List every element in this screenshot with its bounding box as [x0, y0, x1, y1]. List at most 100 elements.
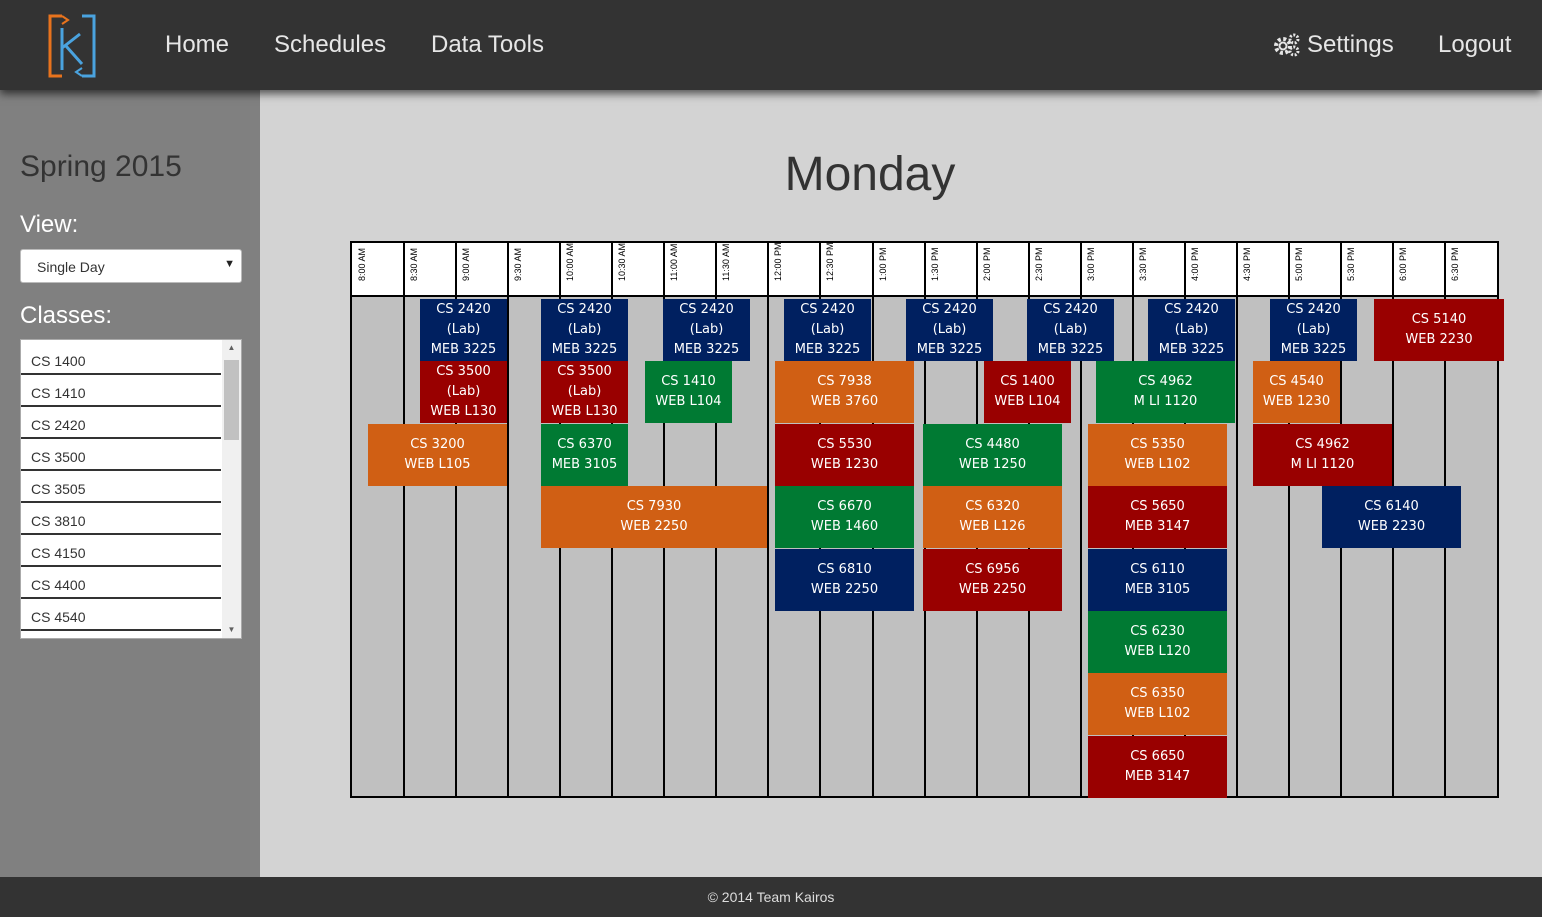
class-block[interactable]: CS 7930 WEB 2250: [541, 486, 767, 548]
class-block[interactable]: CS 4480 WEB 1250: [923, 424, 1062, 486]
class-list-item[interactable]: CS 2420: [21, 407, 221, 439]
class-block[interactable]: CS 3200 WEB L105: [368, 424, 507, 486]
nav-schedules[interactable]: Schedules: [274, 30, 386, 60]
class-block-line: WEB L126: [959, 519, 1026, 534]
class-block-line: MEB 3225: [1158, 342, 1225, 357]
listbox-scrollbar[interactable]: ▲ ▼: [222, 340, 241, 638]
class-block[interactable]: CS 3500 (Lab) WEB L130: [420, 361, 507, 423]
class-block-line: WEB 2250: [620, 519, 688, 534]
time-label: 9:30 AM: [512, 247, 526, 293]
chevron-down-icon: ▼: [224, 258, 235, 270]
class-block-line: CS 6230: [1130, 624, 1185, 639]
time-label: 8:00 AM: [356, 247, 370, 293]
class-block-line: MEB 3225: [673, 342, 740, 357]
class-block-line: WEB 2230: [1405, 332, 1473, 347]
class-block[interactable]: CS 6350 WEB L102: [1088, 673, 1227, 735]
class-block[interactable]: CS 6140 WEB 2230: [1322, 486, 1461, 548]
scroll-down-icon[interactable]: ▼: [222, 622, 241, 638]
kairos-logo[interactable]: [48, 14, 96, 78]
class-block[interactable]: CS 6320 WEB L126: [923, 486, 1062, 548]
class-block[interactable]: CS 1410 WEB L104: [645, 361, 732, 423]
class-list-item[interactable]: CS 1400: [21, 343, 221, 375]
class-block[interactable]: CS 5530 WEB 1230: [775, 424, 914, 486]
time-label: 3:30 PM: [1137, 247, 1151, 293]
class-block-line: MEB 3225: [916, 342, 983, 357]
class-block-line: (Lab): [689, 322, 724, 337]
class-block[interactable]: CS 5350 WEB L102: [1088, 424, 1227, 486]
class-block-line: WEB L120: [1124, 644, 1191, 659]
class-block-line: CS 3500: [436, 364, 491, 379]
class-block-line: (Lab): [446, 322, 481, 337]
time-label-text: 6:00 PM: [1398, 247, 1408, 281]
class-block[interactable]: CS 4962 M LI 1120: [1253, 424, 1392, 486]
class-block[interactable]: CS 4540 WEB 1230: [1253, 361, 1340, 423]
class-block[interactable]: CS 2420 (Lab) MEB 3225: [1270, 299, 1357, 361]
time-label: 2:00 PM: [981, 247, 995, 293]
time-label-text: 5:00 PM: [1294, 247, 1304, 281]
class-list-item[interactable]: CS 3505: [21, 471, 221, 503]
class-block-line: CS 4480: [965, 437, 1020, 452]
class-block[interactable]: CS 2420 (Lab) MEB 3225: [784, 299, 871, 361]
class-block-line: CS 5350: [1130, 437, 1185, 452]
classes-listbox[interactable]: CS 1400 CS 1410 CS 2420 CS 3500 CS 3505 CS 38…: [20, 339, 242, 639]
class-block-line: (Lab): [1174, 322, 1209, 337]
class-block[interactable]: CS 2420 (Lab) MEB 3225: [663, 299, 750, 361]
class-block[interactable]: CS 7938 WEB 3760: [775, 361, 914, 423]
class-block[interactable]: CS 2420 (Lab) MEB 3225: [1027, 299, 1114, 361]
class-block[interactable]: CS 6230 WEB L120: [1088, 611, 1227, 673]
class-list-item[interactable]: CS 4150: [21, 535, 221, 567]
nav-settings[interactable]: Settings: [1273, 30, 1394, 60]
gears-icon: [1274, 33, 1300, 57]
class-list-item[interactable]: CS 3500: [21, 439, 221, 471]
class-block-line: CS 6810: [817, 562, 872, 577]
class-block-line: CS 5140: [1411, 312, 1467, 327]
class-list-item[interactable]: CS 1410: [21, 375, 221, 407]
view-select[interactable]: Single Day ▼: [20, 249, 242, 283]
class-block-line: CS 6350: [1130, 686, 1185, 701]
class-block-line: (Lab): [1296, 322, 1331, 337]
class-block[interactable]: CS 6956 WEB 2250: [923, 549, 1062, 611]
class-block-line: CS 2420: [557, 302, 612, 317]
class-block-line: CS 6670: [817, 499, 872, 514]
time-label: 9:00 AM: [460, 247, 474, 293]
class-block[interactable]: CS 6670 WEB 1460: [775, 486, 914, 548]
time-label: 4:30 PM: [1241, 247, 1255, 293]
class-block-line: M LI 1120: [1133, 394, 1198, 409]
class-block[interactable]: CS 6110 MEB 3105: [1088, 549, 1227, 611]
class-block-line: (Lab): [810, 322, 845, 337]
time-label-text: 10:30 AM: [617, 242, 627, 281]
class-list-item[interactable]: CS 3810: [21, 503, 221, 535]
class-list-item[interactable]: CS 4400: [21, 567, 221, 599]
time-label-text: 8:00 AM: [357, 247, 367, 281]
time-label-text: 1:00 PM: [878, 247, 888, 281]
class-block-line: WEB 3760: [810, 394, 879, 409]
time-label: 5:30 PM: [1345, 247, 1359, 293]
time-label: 11:30 AM: [720, 244, 734, 293]
nav-home[interactable]: Home: [165, 30, 229, 60]
time-label-text: 4:00 PM: [1190, 247, 1200, 281]
class-block[interactable]: CS 3500 (Lab) WEB L130: [541, 361, 628, 423]
class-block[interactable]: CS 2420 (Lab) MEB 3225: [420, 299, 507, 361]
class-block[interactable]: CS 6370 MEB 3105: [541, 424, 628, 486]
nav-logout[interactable]: Logout: [1438, 30, 1511, 60]
class-block[interactable]: CS 1400 WEB L104: [984, 361, 1071, 423]
scroll-thumb[interactable]: [224, 360, 239, 440]
time-label-text: 3:30 PM: [1138, 247, 1148, 281]
scroll-up-icon[interactable]: ▲: [222, 340, 241, 356]
class-block[interactable]: CS 2420 (Lab) MEB 3225: [541, 299, 628, 361]
class-block[interactable]: CS 5650 MEB 3147: [1088, 486, 1227, 548]
class-block[interactable]: CS 2420 (Lab) MEB 3225: [906, 299, 993, 361]
time-label: 3:00 PM: [1085, 247, 1099, 293]
class-block[interactable]: CS 2420 (Lab) MEB 3225: [1148, 299, 1235, 361]
time-label: 12:30 PM: [824, 242, 838, 293]
class-block[interactable]: CS 6650 MEB 3147: [1088, 736, 1227, 798]
time-label-text: 4:30 PM: [1242, 247, 1252, 281]
class-block-line: MEB 3225: [1280, 342, 1347, 357]
class-block[interactable]: CS 4962 M LI 1120: [1096, 361, 1235, 423]
class-block[interactable]: CS 5140 WEB 2230: [1374, 299, 1504, 361]
class-block[interactable]: CS 6810 WEB 2250: [775, 549, 914, 611]
class-block-line: MEB 3225: [794, 342, 861, 357]
time-label-text: 11:00 AM: [669, 243, 679, 281]
nav-data-tools[interactable]: Data Tools: [431, 30, 544, 60]
class-list-item[interactable]: CS 4540: [21, 599, 221, 631]
